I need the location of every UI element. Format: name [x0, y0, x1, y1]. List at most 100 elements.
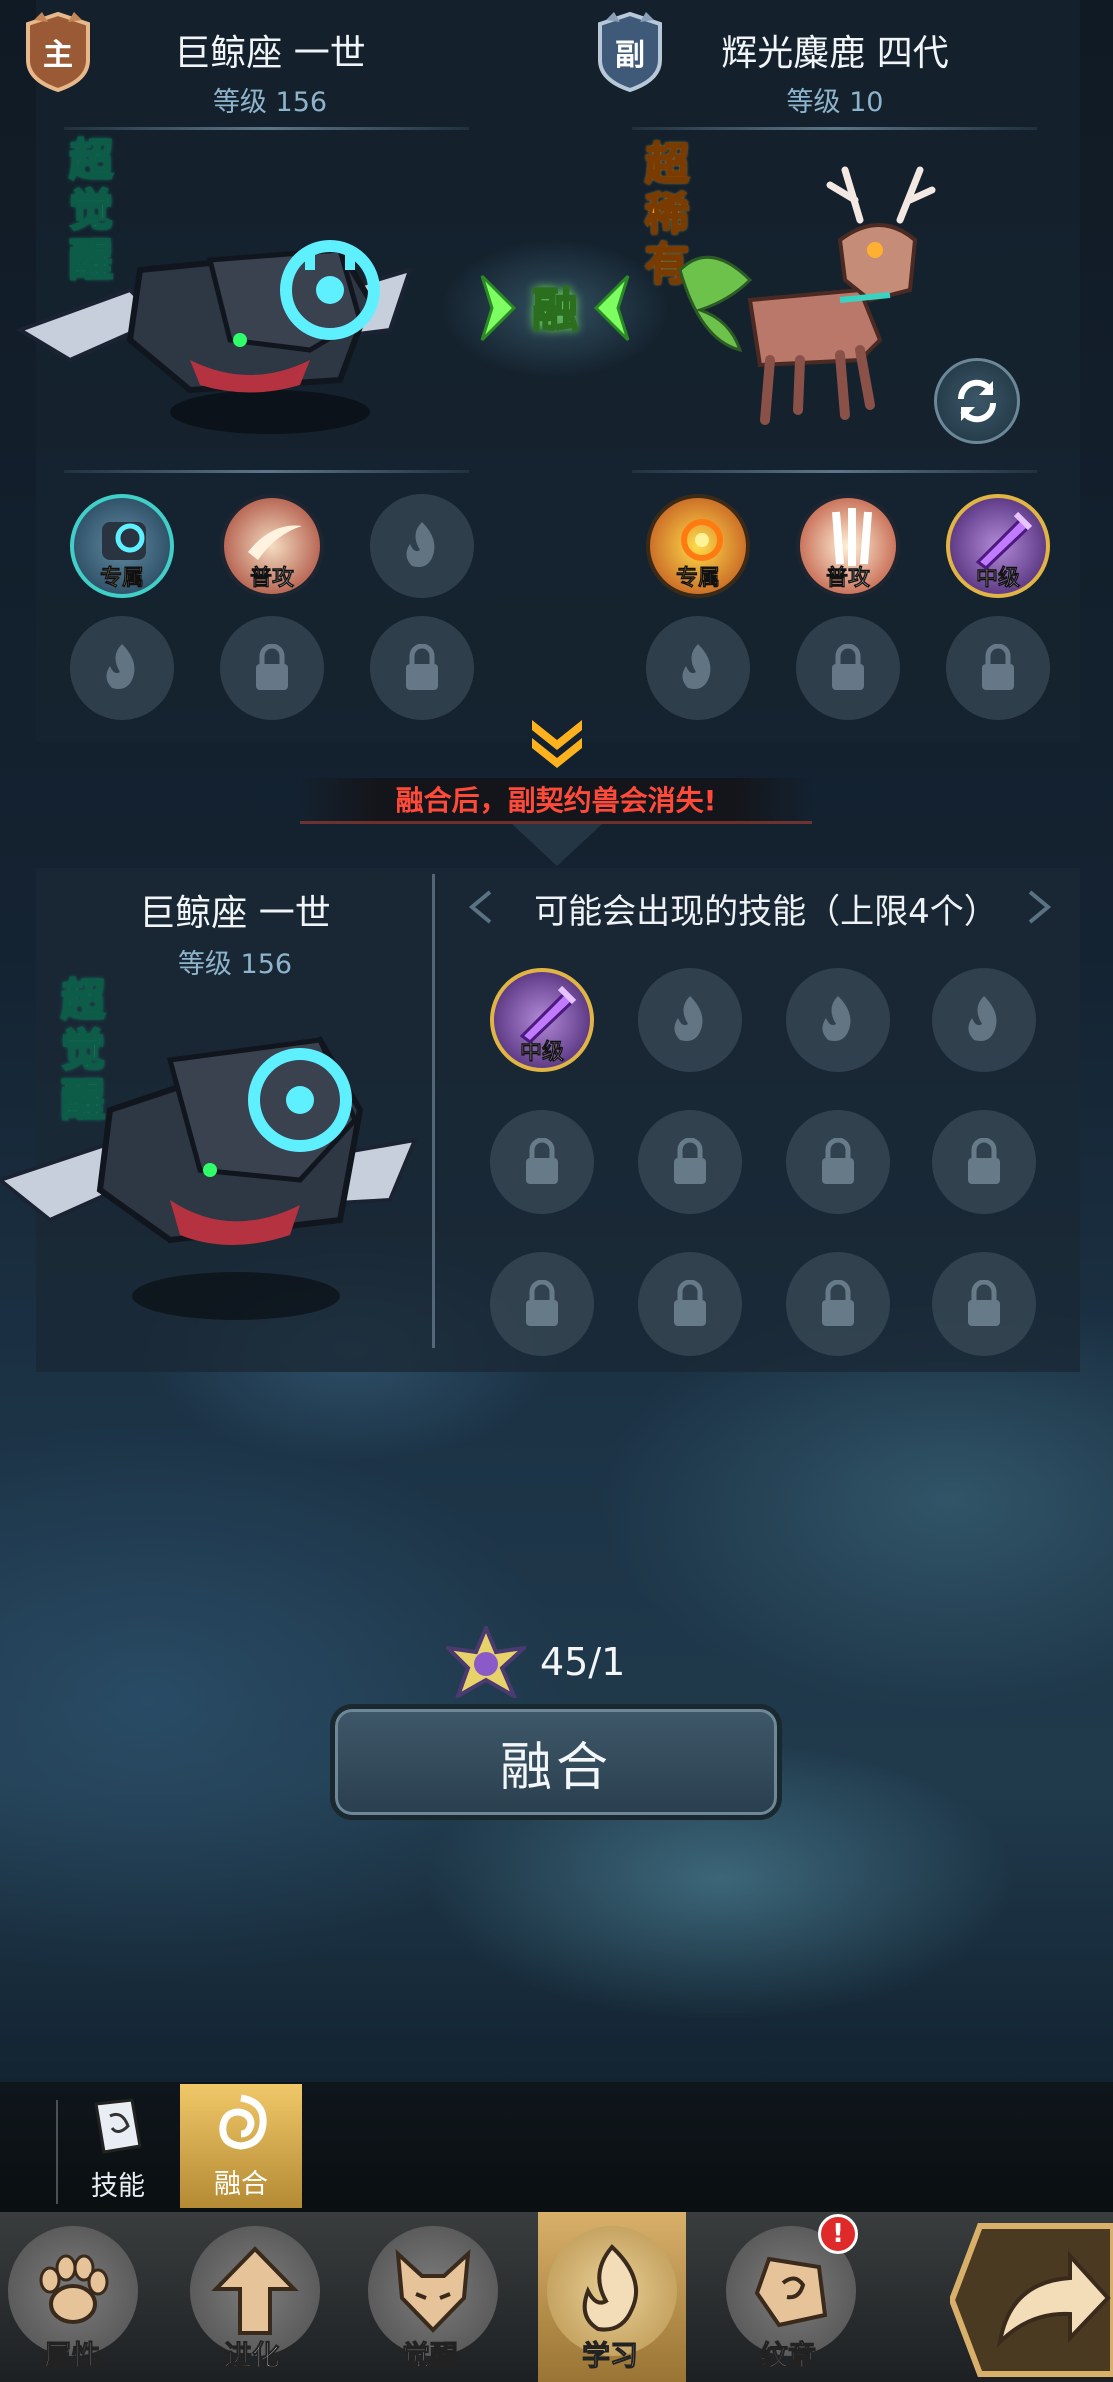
chevron-right-icon [480, 274, 517, 342]
intermediate-skill-icon [519, 985, 577, 1044]
go-button[interactable] [948, 2222, 1113, 2378]
empty-skill-slot [370, 494, 474, 598]
whale-creature-art[interactable] [10, 150, 430, 440]
locked-skill-slot [490, 1110, 594, 1214]
nav-evolve-label: 进化 [223, 2339, 281, 2373]
empty-skill-slot [932, 968, 1036, 1072]
main-skill-normal-attack[interactable]: 普攻 [220, 494, 324, 598]
lock-icon [968, 1280, 1000, 1326]
lock-icon [832, 644, 864, 690]
flame-icon [106, 644, 135, 689]
result-pet-level: 等级 156 [177, 949, 293, 980]
locked-skill-slot [932, 1252, 1036, 1356]
main-pet-name: 巨鲸座 一世 [174, 33, 366, 74]
lock-icon [406, 644, 438, 690]
empty-skill-slot [638, 968, 742, 1072]
normal-attack-icon [248, 525, 302, 560]
tab-skills[interactable]: 技能 [62, 2092, 174, 2208]
deer-creature-art[interactable] [670, 150, 950, 440]
arrow-up-icon [211, 2246, 299, 2335]
flame-icon [582, 2244, 638, 2332]
normal-attack-icon [832, 508, 872, 566]
locked-skill-slot [796, 616, 900, 720]
chevron-left-icon[interactable] [466, 888, 494, 926]
exclusive-skill-icon [681, 519, 723, 561]
empty-skill-slot [786, 968, 890, 1072]
tab-fusion-label: 融合 [214, 2169, 268, 2200]
warning-text: 融合后，副契约兽会消失! [395, 784, 717, 817]
locked-skill-slot [638, 1252, 742, 1356]
main-skill-exclusive[interactable]: 专属 [70, 494, 174, 598]
alert-badge: ! [818, 2214, 858, 2254]
result-skill-intermediate[interactable]: 中级 [490, 968, 594, 1072]
sub-skill-intermediate[interactable]: 中级 [946, 494, 1050, 598]
lock-icon [822, 1138, 854, 1184]
lock-icon [526, 1138, 558, 1184]
main-pet-level: 等级 156 [212, 87, 328, 118]
nav-awaken-label: 觉醒 [401, 2339, 459, 2373]
divider [632, 127, 1037, 130]
locked-skill-slot [932, 1110, 1036, 1214]
lock-icon [982, 644, 1014, 690]
flame-icon [406, 522, 435, 567]
lock-icon [674, 1138, 706, 1184]
flame-icon [674, 996, 703, 1041]
book-icon [94, 2098, 142, 2154]
intermediate-skill-icon [975, 511, 1033, 570]
sub-skill-normal-attack[interactable]: 普攻 [796, 494, 900, 598]
paw-icon [39, 2254, 109, 2324]
empty-skill-slot [646, 616, 750, 720]
lock-icon [256, 644, 288, 690]
flame-icon [968, 996, 997, 1041]
swirl-icon [219, 2094, 267, 2150]
warning-banner: 融合后，副契约兽会消失! [300, 778, 812, 824]
sub-skill-exclusive[interactable]: 专属 [646, 494, 750, 598]
nav-learn-label: 学习 [581, 2339, 639, 2373]
lock-icon [968, 1138, 1000, 1184]
tab-skills-label: 技能 [91, 2171, 145, 2202]
divider [632, 470, 1037, 473]
nav-evolve[interactable]: 进化 [190, 2226, 320, 2382]
locked-skill-slot [220, 616, 324, 720]
nav-learn[interactable]: 学习 [538, 2212, 686, 2382]
main-badge: 主 [20, 10, 96, 94]
locked-skill-slot [490, 1252, 594, 1356]
divider [56, 2100, 58, 2204]
empty-skill-slot [70, 616, 174, 720]
fusion-cost: 45/1 [540, 1640, 626, 1684]
chevron-left-icon [593, 274, 630, 342]
divider [64, 470, 469, 473]
fuse-button[interactable]: 融合 [330, 1704, 782, 1820]
nav-awaken[interactable]: 觉醒 [368, 2226, 498, 2382]
locked-skill-slot [786, 1252, 890, 1356]
nav-emblem[interactable]: ! 纹章 [726, 2214, 858, 2382]
chevron-right-icon[interactable] [1026, 888, 1054, 926]
whale-creature-art [0, 1036, 419, 1320]
nav-attributes-label: 属性 [43, 2339, 101, 2373]
star-shard-icon [446, 1626, 526, 1698]
double-chevron-down-icon [532, 720, 582, 768]
possible-skills-title: 可能会出现的技能（上限4个） [534, 892, 998, 932]
locked-skill-slot [786, 1110, 890, 1214]
result-pet-name: 巨鲸座 一世 [139, 893, 331, 934]
lock-icon [526, 1280, 558, 1326]
nav-attributes[interactable]: 属性 [0, 2226, 150, 2382]
sub-pet-level: 等级 10 [786, 87, 884, 118]
locked-skill-slot [370, 616, 474, 720]
sub-pet-name: 辉光麋鹿 四代 [721, 33, 949, 74]
tab-fusion[interactable]: 融合 [180, 2084, 302, 2208]
arrow-down-icon [512, 824, 602, 866]
arrow-forward-icon [948, 2223, 1113, 2377]
locked-skill-slot [638, 1110, 742, 1214]
divider [64, 127, 469, 130]
sub-badge: 副 [592, 10, 668, 94]
fox-mask-icon [395, 2249, 471, 2333]
swap-sub-pet-button[interactable] [934, 358, 1020, 444]
flame-icon [682, 644, 711, 689]
divider [432, 874, 435, 1348]
lock-icon [674, 1280, 706, 1326]
nav-emblem-label: 纹章 [759, 2339, 817, 2373]
emblem-icon [754, 2256, 828, 2328]
flame-icon [822, 996, 851, 1041]
lock-icon [822, 1280, 854, 1326]
